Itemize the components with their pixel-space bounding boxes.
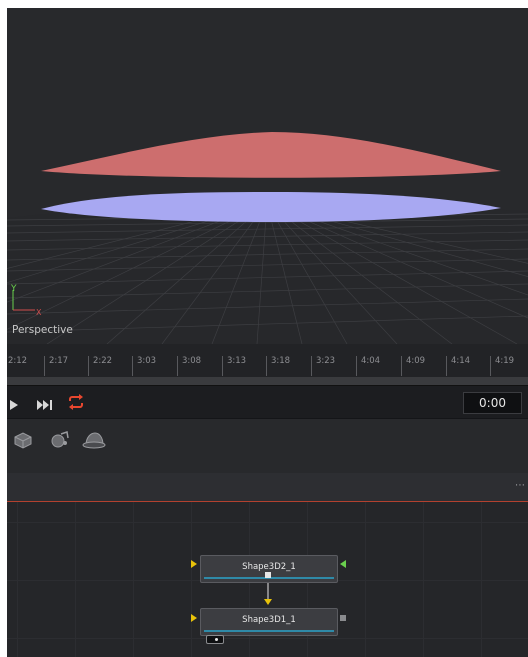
play-icon[interactable]: [9, 396, 19, 415]
node-input-port[interactable]: [191, 560, 197, 568]
ruler-tick: 3:08: [177, 356, 201, 376]
more-options-icon[interactable]: ⋯: [515, 480, 526, 491]
node-output-port[interactable]: [340, 615, 346, 621]
merge3d-tool-icon[interactable]: [47, 429, 73, 451]
view-type-label[interactable]: Perspective: [12, 324, 73, 336]
fusion-app: Y X Perspective 2:12 2:17 2:22 3:03 3:08…: [7, 8, 528, 657]
ruler-tick: 4:09: [401, 356, 425, 376]
skip-to-end-icon[interactable]: [36, 396, 54, 415]
toolbar: [7, 418, 528, 474]
ruler-tick: 3:03: [132, 356, 156, 376]
ruler-tick: 3:23: [311, 356, 335, 376]
transport-controls: 0:00: [7, 385, 528, 419]
timecode-field[interactable]: 0:00: [463, 392, 522, 414]
axis-x-label: X: [36, 308, 42, 317]
node-input-port[interactable]: [191, 614, 197, 622]
ruler-tick: 3:13: [222, 356, 246, 376]
node-label: Shape3D1_1: [242, 615, 296, 625]
time-scrub-bar[interactable]: [7, 377, 528, 385]
ruler-tick: 2:12: [7, 356, 27, 376]
renderer3d-tool-icon[interactable]: [81, 429, 107, 451]
node-label: Shape3D2_1: [242, 562, 296, 572]
shape3d-tool-icon[interactable]: [11, 429, 37, 451]
ruler-tick: 4:14: [446, 356, 470, 376]
time-ruler[interactable]: 2:12 2:17 2:22 3:03 3:08 3:13 3:18 3:23 …: [7, 344, 528, 377]
node-editor-canvas[interactable]: Shape3D2_1 Shape3D1_1: [7, 502, 528, 657]
loop-icon[interactable]: [67, 394, 85, 414]
viewer-scene: [7, 132, 528, 344]
ruler-tick: 2:22: [88, 356, 112, 376]
ruler-tick: 3:18: [266, 356, 290, 376]
indicator-dot-icon: [215, 638, 218, 641]
axis-y-label: Y: [11, 284, 17, 294]
node-mask-port[interactable]: [340, 560, 346, 568]
ruler-tick: 4:19: [490, 356, 514, 376]
node-output-port[interactable]: [265, 572, 271, 578]
upper-disc-shape: [41, 132, 501, 178]
node-editor-header: ⋯: [7, 473, 528, 502]
node-view-indicator-icon[interactable]: [206, 635, 224, 644]
ruler-tick: 2:17: [44, 356, 68, 376]
node-status-bar: [204, 630, 334, 632]
ruler-tick: 4:04: [356, 356, 380, 376]
node-shape3d1[interactable]: Shape3D1_1: [200, 608, 338, 636]
node-shape3d2[interactable]: Shape3D2_1: [200, 555, 338, 583]
viewer-3d[interactable]: Y X Perspective: [7, 8, 528, 344]
